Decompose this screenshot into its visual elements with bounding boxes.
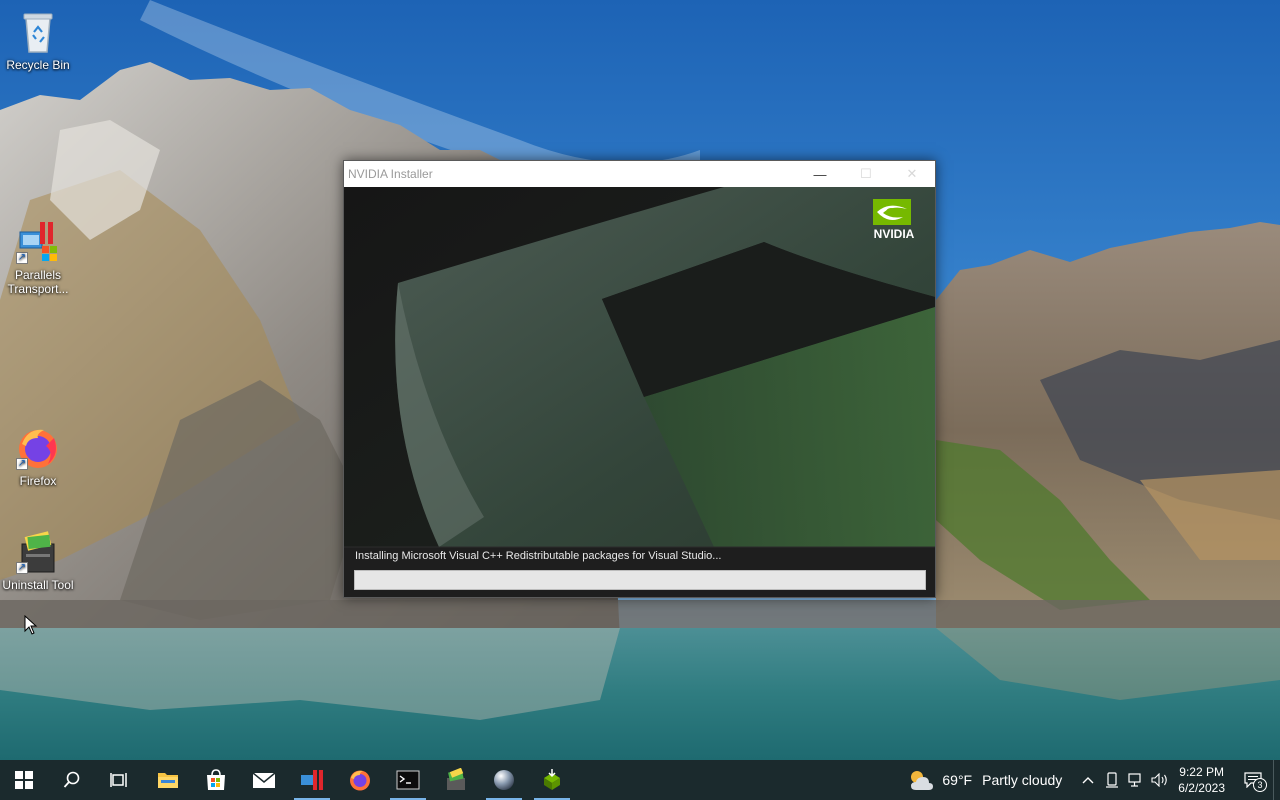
nvidia-installer-icon	[544, 769, 560, 790]
close-button: ✕	[889, 161, 935, 187]
maximize-button: ☐	[843, 161, 889, 187]
chevron-up-icon	[1082, 777, 1094, 784]
desktop-icon-firefox[interactable]: ↗ Firefox	[0, 424, 76, 488]
taskbar-app-firefox[interactable]	[336, 760, 384, 800]
maximize-icon: ☐	[860, 166, 872, 181]
mouse-cursor-icon	[24, 614, 38, 640]
mail-icon	[252, 772, 276, 788]
search-button[interactable]	[48, 760, 96, 800]
weather-temperature: 69°F	[942, 772, 973, 788]
desktop-icon-label: Recycle Bin	[6, 58, 70, 72]
installer-splash: NVIDIA Installing Microsoft Visual C++ R…	[344, 187, 935, 597]
firefox-icon: ↗	[14, 424, 62, 472]
clock-time: 9:22 PM	[1179, 765, 1224, 779]
shortcut-arrow-icon: ↗	[16, 252, 28, 264]
desktop-icon-uninstall-tool[interactable]: ↗ Uninstall Tool	[0, 528, 76, 592]
window-titlebar[interactable]: NVIDIA Installer — ☐ ✕	[344, 161, 935, 187]
minimize-button[interactable]: —	[797, 161, 843, 187]
device-icon	[1106, 772, 1119, 788]
tray-device-button[interactable]	[1100, 760, 1124, 800]
parallels-transporter-icon: ↗	[14, 218, 62, 266]
windows-logo-icon	[15, 771, 33, 789]
network-icon	[1128, 773, 1141, 787]
speaker-icon	[1151, 773, 1168, 787]
show-hidden-icons-button[interactable]	[1076, 760, 1100, 800]
notification-count-badge: 3	[1253, 778, 1267, 792]
desktop-icon-parallels-transporter[interactable]: ↗ Parallels Transport...	[0, 218, 76, 296]
weather-widget[interactable]: 69°F Partly cloudy	[908, 768, 1062, 792]
partly-cloudy-icon	[911, 771, 934, 790]
taskbar-app-sphere[interactable]	[480, 760, 528, 800]
weather-condition: Partly cloudy	[982, 772, 1063, 788]
installer-tool-icon	[447, 768, 465, 790]
search-icon	[63, 771, 80, 788]
network-button[interactable]	[1124, 760, 1148, 800]
microsoft-store-icon	[207, 769, 225, 790]
show-desktop-button[interactable]	[1273, 760, 1280, 800]
taskbar-app-mail[interactable]	[240, 760, 288, 800]
action-center-button[interactable]: 3	[1233, 760, 1273, 800]
close-icon: ✕	[906, 166, 918, 181]
taskbar-app-terminal[interactable]	[384, 760, 432, 800]
volume-button[interactable]	[1148, 760, 1172, 800]
install-progress-bar	[354, 570, 926, 590]
nvidia-logo: NVIDIA	[867, 197, 921, 241]
window-title: NVIDIA Installer	[348, 167, 433, 181]
install-status-text: Installing Microsoft Visual C++ Redistri…	[355, 550, 722, 562]
taskbar-app-parallels[interactable]	[288, 760, 336, 800]
start-button[interactable]	[0, 760, 48, 800]
shortcut-arrow-icon: ↗	[16, 562, 28, 574]
desktop-icon-label: Firefox	[19, 474, 57, 488]
sphere-app-icon	[494, 770, 514, 790]
nvidia-wordmark: NVIDIA	[874, 227, 915, 241]
firefox-icon	[350, 770, 370, 791]
task-view-icon	[110, 773, 127, 787]
taskbar-app-nvidia-installer[interactable]	[528, 760, 576, 800]
taskbar-app-microsoft-store[interactable]	[192, 760, 240, 800]
file-explorer-icon	[158, 773, 178, 788]
parallels-icon	[301, 770, 323, 790]
installer-background-art	[344, 187, 935, 597]
clock-date: 6/2/2023	[1178, 781, 1225, 795]
minimize-icon: —	[813, 166, 827, 182]
terminal-icon	[396, 770, 420, 790]
recycle-bin-icon	[14, 8, 62, 56]
shortcut-arrow-icon: ↗	[16, 458, 28, 470]
taskbar-clock[interactable]: 9:22 PM 6/2/2023	[1178, 764, 1225, 796]
taskbar: 69°F Partly cloudy 9:22 PM 6/2/2023 3	[0, 760, 1280, 800]
desktop-icon-label: Parallels Transport...	[7, 268, 69, 296]
uninstall-tool-icon: ↗	[14, 528, 62, 576]
nvidia-installer-window[interactable]: NVIDIA Installer — ☐ ✕ NVIDIA Installing…	[343, 160, 936, 598]
taskbar-app-file-explorer[interactable]	[144, 760, 192, 800]
desktop-icon-label: Uninstall Tool	[2, 578, 74, 592]
system-tray: 69°F Partly cloudy 9:22 PM 6/2/2023 3	[908, 760, 1280, 800]
task-view-button[interactable]	[96, 760, 144, 800]
taskbar-app-installer-tool[interactable]	[432, 760, 480, 800]
desktop-icon-recycle-bin[interactable]: Recycle Bin	[0, 8, 76, 72]
